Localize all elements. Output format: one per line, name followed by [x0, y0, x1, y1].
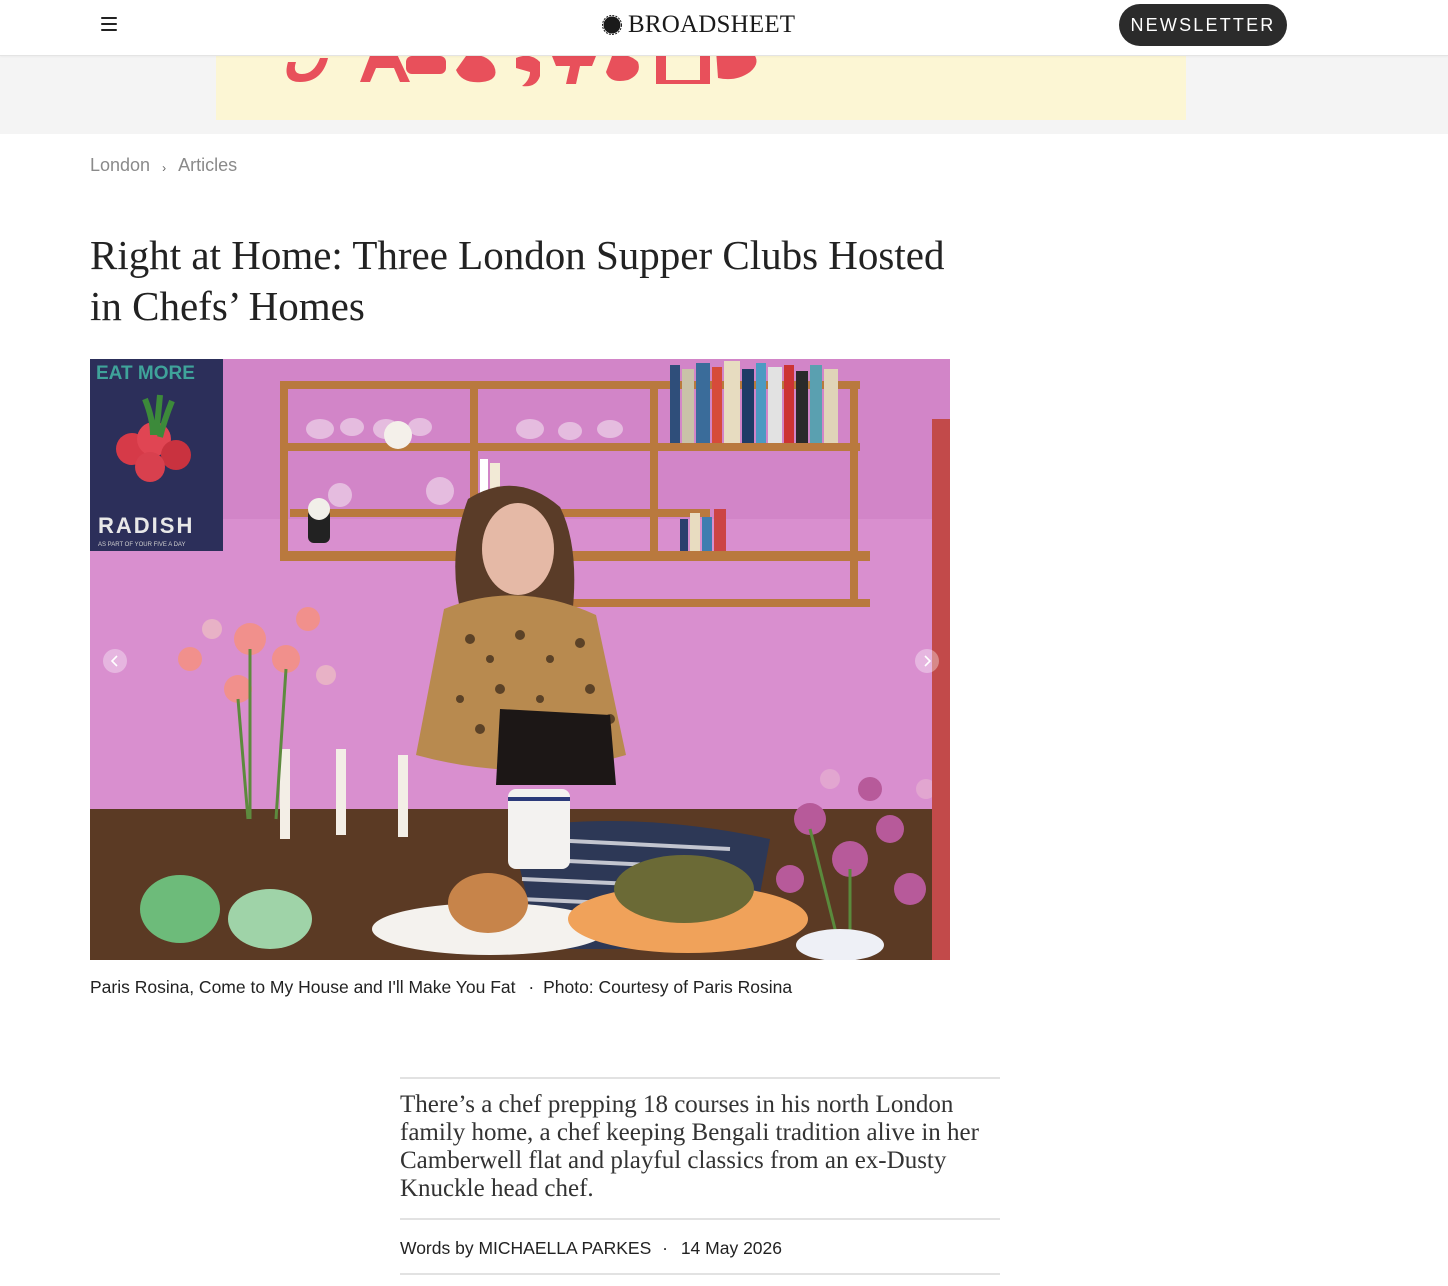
byline-separator: · [662, 1238, 668, 1258]
gallery-previous-button[interactable] [103, 649, 127, 673]
byline-prefix: Words by [400, 1238, 479, 1258]
author-link[interactable]: MICHAELLA PARKES [478, 1238, 651, 1258]
logo-wordmark: BROADSHEET [628, 11, 796, 38]
chevron-left-icon [110, 655, 118, 667]
newsletter-button[interactable]: NEWSLETTER [1119, 4, 1287, 46]
chevron-right-icon [924, 655, 932, 667]
page-title: Right at Home: Three London Supper Clubs… [90, 232, 945, 329]
poster-main-text: RADISH [98, 513, 194, 538]
byline-bottom-divider [400, 1273, 1000, 1275]
caption-separator: · [528, 977, 535, 997]
broadsheet-logo-icon [602, 15, 622, 35]
hamburger-menu-icon[interactable] [98, 14, 122, 34]
breadcrumb-link-articles[interactable]: Articles [178, 155, 237, 176]
image-caption: Paris Rosina, Come to My House and I'll … [90, 977, 792, 998]
breadcrumb: London › Articles [90, 155, 237, 176]
poster-small-text: AS PART OF YOUR FIVE A DAY [98, 542, 185, 548]
site-logo[interactable]: BROADSHEET [602, 10, 795, 40]
image-gallery[interactable]: EAT MORE RADISH AS PART OF YOUR FIVE A D… [90, 359, 950, 960]
caption-text: Paris Rosina, Come to My House and I'll … [90, 977, 516, 997]
gallery-next-button[interactable] [915, 649, 939, 673]
breadcrumb-separator: › [162, 160, 167, 175]
article-standfirst: There’s a chef prepping 18 courses in hi… [400, 1091, 979, 1202]
breadcrumb-link-london[interactable]: London [90, 155, 150, 176]
site-header: BROADSHEET NEWSLETTER [0, 0, 1448, 56]
poster-top-text: EAT MORE [96, 363, 195, 384]
standfirst-top-divider [400, 1077, 1000, 1079]
standfirst-bottom-divider [400, 1218, 1000, 1220]
article-hero-image: EAT MORE RADISH AS PART OF YOUR FIVE A D… [90, 359, 950, 960]
photo-credit: Photo: Courtesy of Paris Rosina [543, 977, 793, 997]
publish-date: 14 May 2026 [680, 1238, 783, 1258]
byline: Words by MICHAELLA PARKES · 14 May 2026 [400, 1238, 782, 1259]
